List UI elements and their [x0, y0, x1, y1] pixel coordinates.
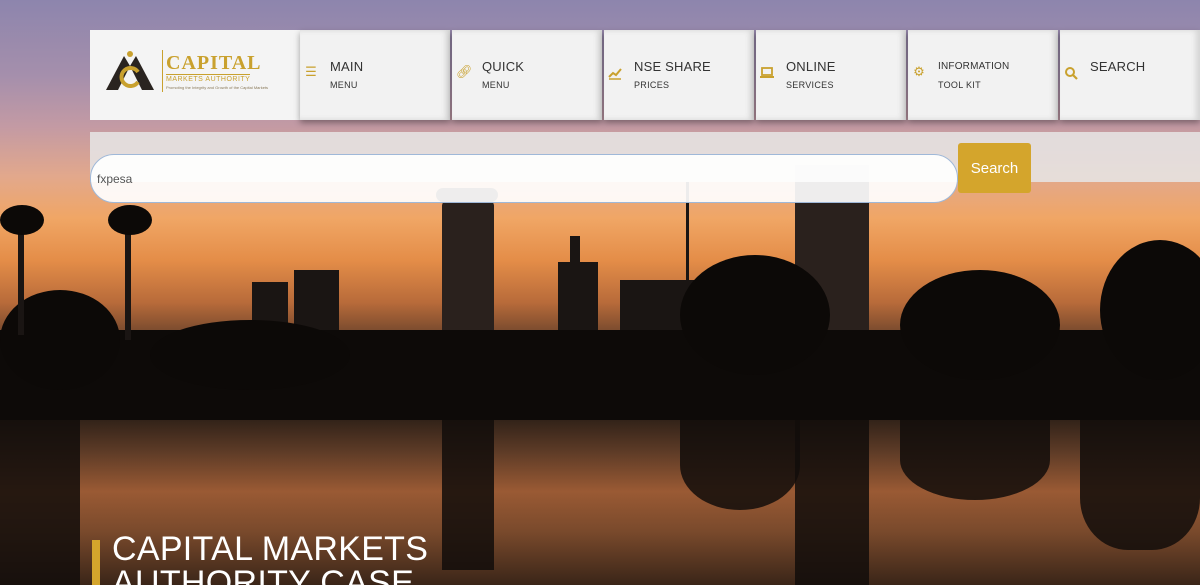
logo-title: CAPITAL — [166, 52, 262, 74]
search-button[interactable]: Search — [958, 143, 1031, 193]
tree — [150, 320, 350, 390]
nav-information-tool-kit[interactable]: ⚙ INFORMATION TOOL KIT — [908, 30, 1058, 120]
nav-online-services[interactable]: ONLINE SERVICES — [756, 30, 906, 120]
palm-crown — [108, 205, 152, 235]
tree — [900, 270, 1060, 380]
clock-building — [558, 262, 598, 340]
nav-nse-share-prices[interactable]: NSE SHARE PRICES — [604, 30, 754, 120]
logo-subtitle: MARKETS AUTHORITY — [166, 74, 251, 83]
tree-reflection — [680, 420, 800, 510]
logo-divider — [162, 50, 163, 92]
tree-reflection — [1080, 420, 1200, 550]
nav-main-label: SEARCH — [1090, 59, 1146, 74]
search-icon — [1064, 66, 1078, 80]
nav-sub-label: MENU — [330, 80, 358, 90]
palm-trunk — [125, 220, 131, 340]
chart-icon — [608, 66, 622, 80]
nav-sub-label: MENU — [482, 80, 510, 90]
list-icon: ☰ — [305, 65, 317, 80]
nav-main-label: INFORMATION — [938, 61, 1010, 72]
nav-sub-label: TOOL KIT — [938, 80, 981, 90]
logo-tagline: Promoting the Integrity and Growth of th… — [166, 85, 269, 90]
gears-icon: ⚙ — [913, 65, 925, 80]
nav-main-label: MAIN — [330, 59, 364, 74]
cma-logo-icon — [106, 51, 154, 90]
nav-sub-label: SERVICES — [786, 80, 834, 90]
title-accent-bar — [92, 540, 100, 585]
tree-reflection — [900, 420, 1050, 500]
nav-main-label: NSE SHARE — [634, 59, 711, 74]
tree — [680, 255, 830, 375]
nav-main-label: QUICK — [482, 59, 525, 74]
palm-crown — [0, 205, 44, 235]
tower-building — [442, 200, 494, 340]
tree-reflection — [0, 420, 80, 585]
nav-main-menu[interactable]: ☰ MAIN MENU — [300, 30, 450, 120]
search-input[interactable] — [90, 154, 958, 203]
link-icon: 🔗︎ — [456, 65, 473, 80]
nav-quick-menu[interactable]: 🔗︎ QUICK MENU — [452, 30, 602, 120]
site-logo[interactable]: CAPITAL MARKETS AUTHORITY Promoting the … — [90, 30, 300, 120]
clock-spire — [570, 236, 580, 266]
nav-search[interactable]: SEARCH — [1060, 30, 1200, 120]
laptop-icon — [760, 66, 774, 80]
hero-title: CAPITAL MARKETS AUTHORITY CASE — [112, 530, 429, 585]
nav-main-label: ONLINE — [786, 59, 836, 74]
highrise-reflection — [795, 420, 869, 585]
nav-sub-label: PRICES — [634, 80, 670, 90]
